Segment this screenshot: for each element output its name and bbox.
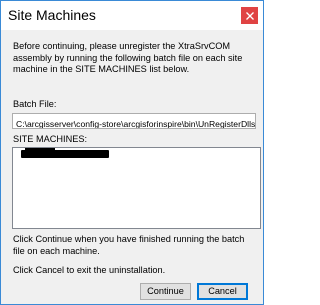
site-machines-dialog: Site Machines Before continuing, please … — [0, 0, 264, 305]
redaction-mark — [25, 148, 55, 152]
site-machines-list[interactable] — [12, 147, 261, 229]
close-button[interactable] — [241, 7, 258, 24]
batch-file-label: Batch File: — [13, 99, 57, 109]
batch-file-field[interactable] — [12, 113, 256, 129]
window-title: Site Machines — [8, 7, 96, 23]
site-machines-label: SITE MACHINES: — [13, 134, 88, 144]
close-icon — [245, 11, 254, 20]
cancel-button[interactable]: Cancel — [197, 283, 248, 300]
continue-instruction: Click Continue when you have finished ru… — [13, 234, 245, 256]
continue-button[interactable]: Continue — [140, 283, 191, 300]
instructions-text: Before continuing, please unregister the… — [13, 41, 243, 74]
batch-file-input[interactable] — [13, 117, 255, 128]
cancel-instruction: Click Cancel to exit the uninstallation. — [13, 265, 166, 275]
title-bar: Site Machines — [1, 1, 263, 30]
